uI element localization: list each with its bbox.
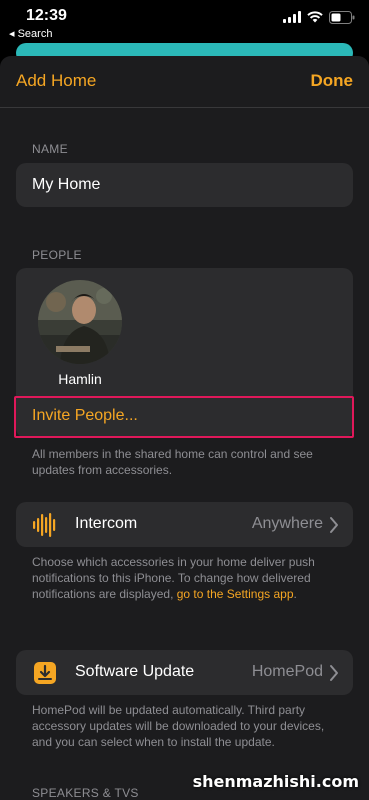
software-update-footer: HomePod will be updated automatically. T… bbox=[32, 703, 325, 749]
wifi-icon bbox=[307, 11, 323, 23]
waveform-icon bbox=[33, 513, 56, 537]
done-button[interactable]: Done bbox=[311, 71, 354, 91]
software-update-value: HomePod bbox=[251, 663, 323, 680]
status-time: 12:39 bbox=[26, 7, 67, 24]
member-name: Hamlin bbox=[58, 371, 102, 387]
people-section-header: PEOPLE bbox=[32, 248, 82, 262]
software-update-row[interactable]: Software Update HomePod bbox=[16, 650, 353, 695]
intercom-row[interactable]: Intercom Anywhere bbox=[16, 502, 353, 547]
status-icons bbox=[283, 10, 355, 24]
name-section-header: NAME bbox=[32, 142, 68, 156]
sheet-title: Add Home bbox=[16, 71, 97, 90]
intercom-footer: Choose which accessories in your home de… bbox=[32, 554, 337, 602]
software-update-title: Software Update bbox=[75, 663, 195, 680]
speakers-section-header: SPEAKERS & TVS bbox=[32, 786, 139, 800]
people-footer: All members in the shared home can contr… bbox=[32, 447, 313, 477]
battery-icon bbox=[329, 10, 355, 24]
status-bar: 12:39 ◂ Search bbox=[0, 0, 369, 44]
download-box-icon bbox=[34, 662, 56, 684]
chevron-right-icon bbox=[330, 665, 338, 681]
member-avatar bbox=[38, 280, 122, 364]
highlight-box bbox=[14, 396, 354, 438]
cellular-signal-icon bbox=[283, 11, 301, 23]
chevron-right-icon bbox=[330, 517, 338, 533]
watermark: shenmazhishi.com bbox=[192, 772, 359, 791]
settings-app-link[interactable]: go to the Settings app bbox=[177, 587, 294, 601]
home-name-value: My Home bbox=[32, 176, 101, 193]
nav-bar: Add Home Done bbox=[0, 56, 369, 108]
intercom-value: Anywhere bbox=[251, 515, 323, 532]
member-tile[interactable]: Hamlin bbox=[16, 268, 144, 398]
intercom-footer-end: . bbox=[293, 587, 297, 601]
intercom-title: Intercom bbox=[75, 515, 138, 532]
back-to-search-link[interactable]: ◂ Search bbox=[9, 27, 52, 40]
home-name-field[interactable]: My Home bbox=[16, 163, 353, 207]
